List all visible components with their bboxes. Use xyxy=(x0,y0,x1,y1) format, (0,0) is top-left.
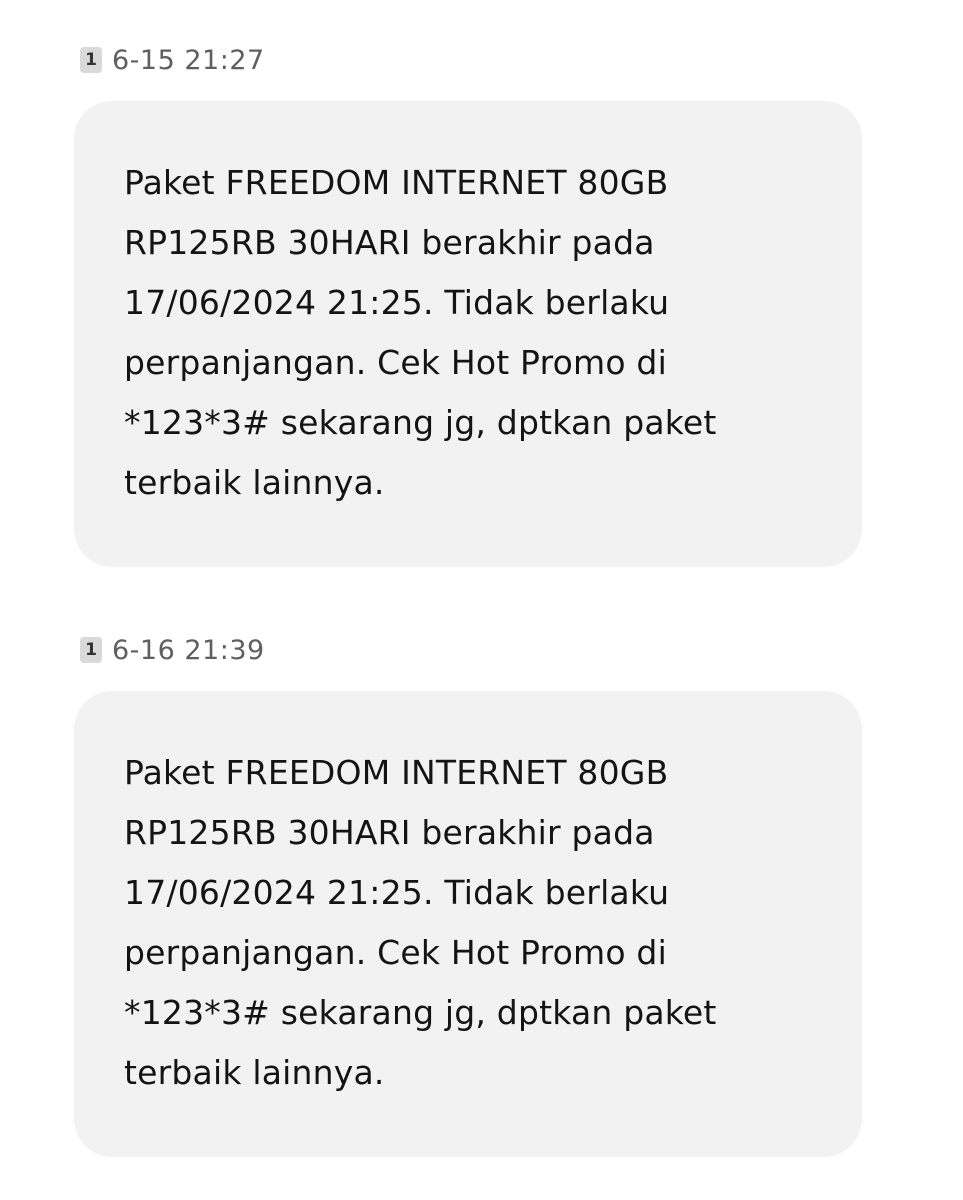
message-timestamp: 6-15 21:27 xyxy=(112,44,265,76)
message-body: Paket FREEDOM INTERNET 80GB RP125RB 30HA… xyxy=(124,163,717,502)
message-bubble[interactable]: Paket FREEDOM INTERNET 80GB RP125RB 30HA… xyxy=(74,691,862,1157)
message-meta: 1 6-16 21:39 xyxy=(80,632,265,668)
sim-1-icon: 1 xyxy=(80,47,102,73)
message-timestamp: 6-16 21:39 xyxy=(112,634,265,666)
message-meta: 1 6-15 21:27 xyxy=(80,42,265,78)
sim-1-icon: 1 xyxy=(80,637,102,663)
message-body: Paket FREEDOM INTERNET 80GB RP125RB 30HA… xyxy=(124,753,717,1092)
message-bubble[interactable]: Paket FREEDOM INTERNET 80GB RP125RB 30HA… xyxy=(74,101,862,567)
